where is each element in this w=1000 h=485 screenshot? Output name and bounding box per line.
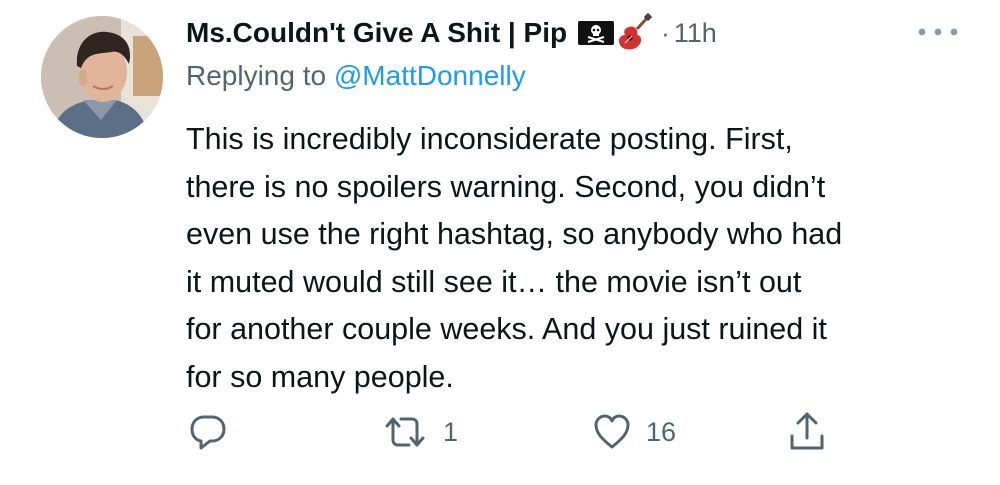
tweet-text-line: it muted would still see it… the movie i… <box>186 264 802 299</box>
tweet-text-line: for so many people. <box>186 359 454 394</box>
timestamp[interactable]: 11h <box>674 18 717 49</box>
avatar-image <box>41 16 163 138</box>
reply-button[interactable] <box>188 412 228 452</box>
guitar-icon <box>619 13 652 50</box>
replying-handle-link[interactable]: @MattDonnelly <box>334 60 526 91</box>
retweet-icon <box>385 417 425 447</box>
action-bar: 1 16 <box>0 408 1000 458</box>
avatar[interactable] <box>41 16 163 138</box>
like-count: 16 <box>646 416 677 447</box>
pirate-flag-icon <box>578 21 615 45</box>
retweet-button[interactable]: 1 <box>381 412 458 452</box>
tweet[interactable]: Ms.Couldn't Give A Shit | Pip · 11h Repl… <box>0 0 1000 485</box>
tweet-header: Ms.Couldn't Give A Shit | Pip · 11h <box>186 12 717 54</box>
share-button[interactable] <box>787 410 827 454</box>
replying-to: Replying to @MattDonnelly <box>186 60 526 92</box>
more-options-icon[interactable] <box>916 24 960 40</box>
replying-prefix: Replying to <box>186 60 327 91</box>
tweet-text-line: there is no spoilers warning. Second, yo… <box>186 169 826 204</box>
tweet-text-line: This is incredibly inconsiderate posting… <box>186 122 793 156</box>
share-icon <box>790 412 824 450</box>
tweet-text: This is incredibly inconsiderate posting… <box>186 116 976 401</box>
display-name[interactable]: Ms.Couldn't Give A Shit | Pip <box>186 17 567 49</box>
tweet-text-line: for another couple weeks. And you just r… <box>186 312 827 346</box>
tweet-text-line: even use the right hashtag, so anybody w… <box>186 217 843 251</box>
separator-dot: · <box>661 17 670 48</box>
like-button[interactable]: 16 <box>592 412 676 452</box>
reply-icon <box>190 415 226 450</box>
retweet-count: 1 <box>443 416 459 447</box>
heart-icon <box>594 414 630 449</box>
